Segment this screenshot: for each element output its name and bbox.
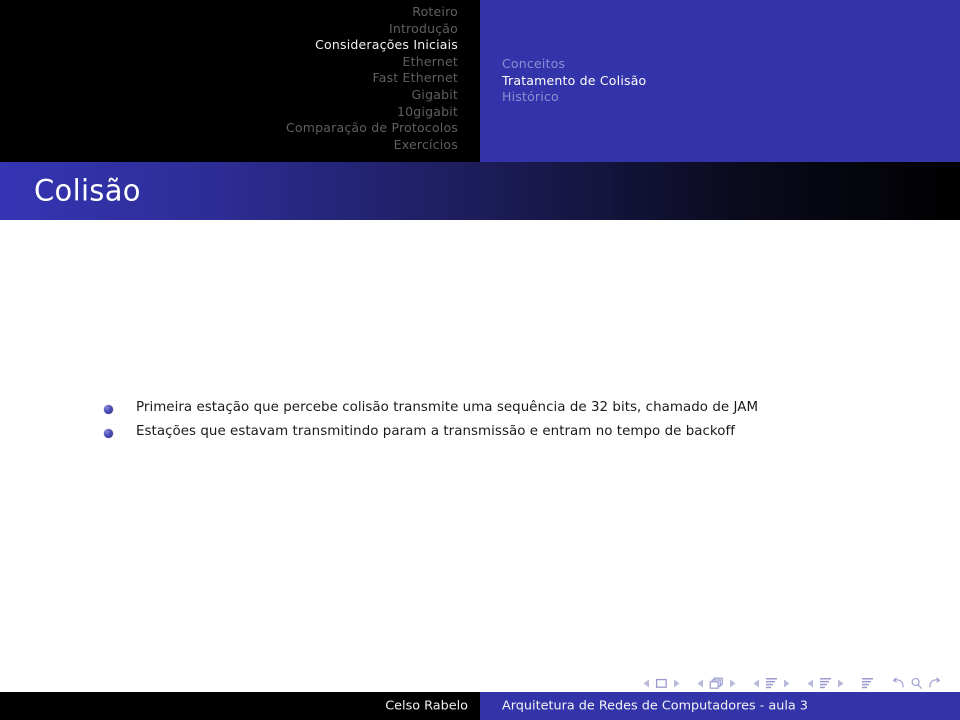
section-item-introducao[interactable]: Introdução	[286, 21, 458, 38]
prev-section-arrow-icon[interactable]	[807, 679, 814, 688]
header-navigation-bar: Roteiro Introdução Considerações Iniciai…	[0, 0, 960, 162]
bullet-sphere-icon	[104, 405, 113, 414]
subsection-navigation-panel: Conceitos Tratamento de Colisão Históric…	[480, 0, 960, 162]
footer-presentation-title: Arquitetura de Redes de Computadores - a…	[502, 698, 808, 714]
presentation-slide: Roteiro Introdução Considerações Iniciai…	[0, 0, 960, 720]
next-slide-arrow-icon[interactable]	[673, 679, 680, 688]
document-icon[interactable]	[861, 677, 874, 690]
next-frame-arrow-icon[interactable]	[729, 679, 736, 688]
section-navigation-panel: Roteiro Introdução Considerações Iniciai…	[0, 0, 480, 162]
bullet-list: Primeira estação que percebe colisão tra…	[104, 400, 904, 448]
subsection-list: Conceitos Tratamento de Colisão Históric…	[502, 56, 646, 106]
section-item-ethernet[interactable]: Ethernet	[286, 54, 458, 71]
bullet-sphere-icon	[104, 429, 113, 438]
document-navigation-group	[858, 677, 876, 690]
subsection-item-conceitos[interactable]: Conceitos	[502, 56, 646, 73]
subsection-item-tratamento-de-colisao[interactable]: Tratamento de Colisão	[502, 73, 646, 90]
frames-icon[interactable]	[709, 677, 724, 690]
back-arrow-icon[interactable]	[891, 676, 905, 690]
subsection-item-historico[interactable]: Histórico	[502, 89, 646, 106]
section-item-consideracoes-iniciais[interactable]: Considerações Iniciais	[286, 37, 458, 54]
bullet-item-text: Primeira estação que percebe colisão tra…	[136, 400, 759, 415]
footer-author: Celso Rabelo	[385, 698, 468, 714]
section-item-exercicios[interactable]: Exercícios	[286, 137, 458, 154]
next-section-arrow-icon[interactable]	[837, 679, 844, 688]
subsection-navigation-group	[750, 677, 792, 690]
slide-navigation-group	[640, 678, 682, 689]
section-item-roteiro[interactable]: Roteiro	[286, 4, 458, 21]
footer-title-panel: Arquitetura de Redes de Computadores - a…	[480, 692, 960, 720]
section-navigation-group	[804, 677, 846, 690]
slide-icon[interactable]	[655, 678, 668, 689]
slide-title: Colisão	[34, 173, 141, 208]
section-icon[interactable]	[819, 677, 832, 690]
forward-arrow-icon[interactable]	[928, 676, 942, 690]
prev-subsection-arrow-icon[interactable]	[753, 679, 760, 688]
section-item-10gigabit[interactable]: 10gigabit	[286, 104, 458, 121]
list-item: Primeira estação que percebe colisão tra…	[104, 400, 904, 415]
history-navigation-group	[888, 676, 944, 690]
section-item-comparacao-de-protocolos[interactable]: Comparação de Protocolos	[286, 120, 458, 137]
subsection-icon[interactable]	[765, 677, 778, 690]
slide-title-bar: Colisão	[0, 162, 960, 220]
prev-frame-arrow-icon[interactable]	[697, 679, 704, 688]
list-item: Estações que estavam transmitindo param …	[104, 424, 904, 439]
search-icon[interactable]	[910, 677, 923, 690]
footer-author-panel: Celso Rabelo	[0, 692, 480, 720]
frame-navigation-group	[694, 677, 738, 690]
section-item-gigabit[interactable]: Gigabit	[286, 87, 458, 104]
prev-slide-arrow-icon[interactable]	[643, 679, 650, 688]
section-item-fast-ethernet[interactable]: Fast Ethernet	[286, 70, 458, 87]
footer-bar: Celso Rabelo Arquitetura de Redes de Com…	[0, 692, 960, 720]
next-subsection-arrow-icon[interactable]	[783, 679, 790, 688]
section-list: Roteiro Introdução Considerações Iniciai…	[286, 4, 458, 153]
slide-content-area: Primeira estação que percebe colisão tra…	[0, 220, 960, 655]
beamer-navigation-symbols	[640, 674, 944, 692]
bullet-item-text: Estações que estavam transmitindo param …	[136, 424, 736, 439]
